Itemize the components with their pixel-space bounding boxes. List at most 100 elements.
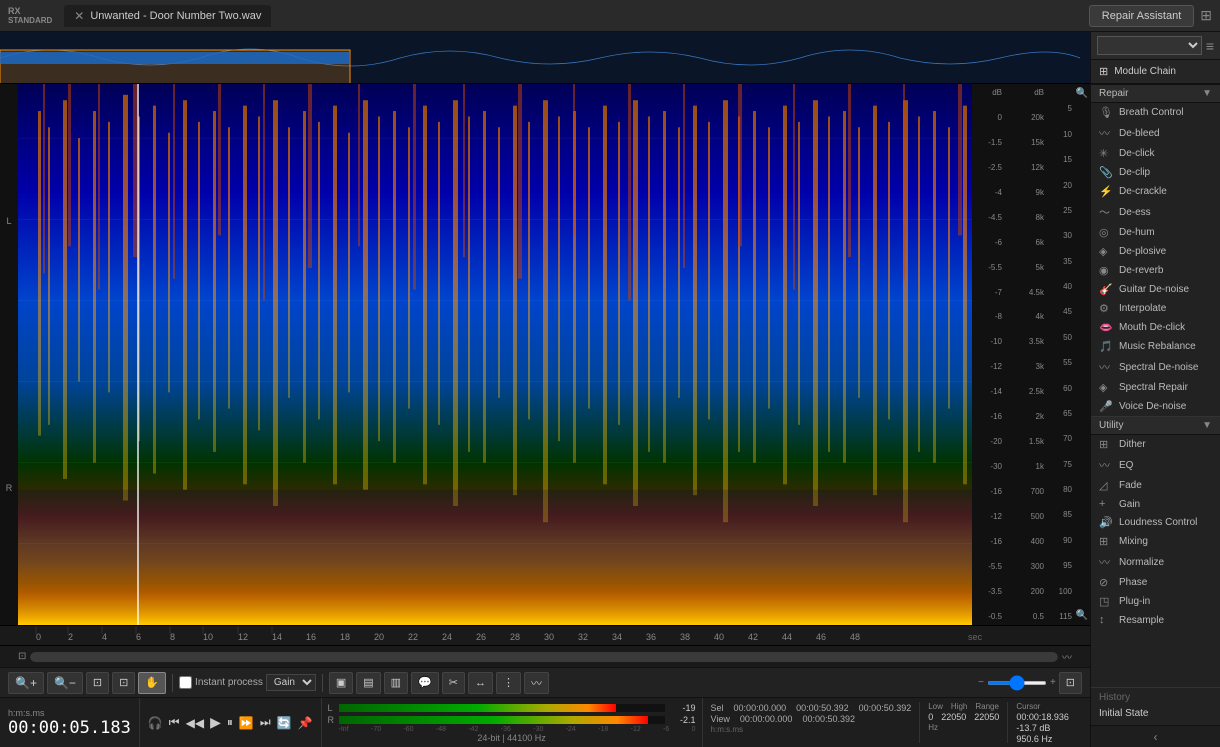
spectrogram-display[interactable] xyxy=(18,84,972,625)
hz-label: Hz xyxy=(928,723,999,732)
music-rebalance-item[interactable]: 🎵 Music Rebalance xyxy=(1091,337,1220,356)
de-bleed-item[interactable]: 〰 De-bleed xyxy=(1091,122,1220,144)
rewind-button[interactable]: ◀◀ xyxy=(184,714,206,732)
fade-item[interactable]: ◿ Fade xyxy=(1091,476,1220,495)
instant-process-checkbox[interactable] xyxy=(179,676,192,689)
expand-panel-button[interactable]: ‹ xyxy=(1091,725,1220,747)
zoom-out-icon[interactable]: 🔍 xyxy=(1076,610,1088,621)
range-val: 22050 xyxy=(974,712,999,722)
expand-icon[interactable]: ⊞ xyxy=(1200,7,1212,24)
skip-to-start-button[interactable]: ⏮ xyxy=(167,713,182,732)
repair-assistant-button[interactable]: Repair Assistant xyxy=(1089,5,1194,27)
de-reverb-label: De-reverb xyxy=(1119,265,1163,276)
db-left-scale: dB 0 -1.5 -2.5 -4 -4.5 -6 -5.5 -7 -8 -10… xyxy=(972,84,1004,625)
repair-section-header[interactable]: Repair ▼ xyxy=(1091,84,1220,103)
resample-item[interactable]: ↕ Resample xyxy=(1091,611,1220,629)
play-button[interactable]: ▶ xyxy=(208,712,223,733)
loudness-control-item[interactable]: 🔊 Loudness Control xyxy=(1091,513,1220,532)
guitar-de-noise-item[interactable]: 🎸 Guitar De-noise xyxy=(1091,280,1220,299)
scroll-thumb[interactable] xyxy=(30,652,1058,662)
view-2-button[interactable]: ▥ xyxy=(384,672,408,694)
comment-button[interactable]: 💬 xyxy=(411,672,439,694)
de-hum-item[interactable]: ◎ De-hum xyxy=(1091,223,1220,242)
scroll-area[interactable]: ⊡ 〰 xyxy=(0,645,1090,667)
level-scale-labels: -Inf-70-60-48-42-36-30-24-18-12-60 xyxy=(328,725,696,733)
zoom-right-icons: 🔍 🔍 xyxy=(1074,84,1090,625)
mouth-de-click-item[interactable]: 👄 Mouth De-click xyxy=(1091,318,1220,337)
fit-button[interactable]: ⊡ xyxy=(86,672,109,694)
de-hum-label: De-hum xyxy=(1119,227,1155,238)
module-chain-label: Module Chain xyxy=(1114,66,1176,77)
channel-labels: L R xyxy=(0,84,18,625)
svg-text:36: 36 xyxy=(646,632,656,642)
instant-process-label: Instant process xyxy=(195,677,263,688)
de-click-item[interactable]: ✳ De-click xyxy=(1091,144,1220,163)
tab-title: Unwanted - Door Number Two.wav xyxy=(90,10,261,22)
svg-text:44: 44 xyxy=(782,632,792,642)
svg-text:42: 42 xyxy=(748,632,758,642)
freq-info: Low High Range 0 22050 22050 Hz xyxy=(919,702,999,743)
zoom-in-icon[interactable]: 🔍 xyxy=(1076,88,1088,99)
mixing-item[interactable]: ⊞ Mixing xyxy=(1091,532,1220,551)
zoom-in-button[interactable]: 🔍+ xyxy=(8,672,44,694)
svg-text:46: 46 xyxy=(816,632,826,642)
color-mode-button[interactable]: ▣ xyxy=(329,672,353,694)
hand-tool-button[interactable]: ✋ xyxy=(138,672,166,694)
gain-dropdown[interactable]: Gain xyxy=(266,674,316,691)
voice-de-noise-item[interactable]: 🎤 Voice De-noise xyxy=(1091,397,1220,416)
sel-label: Sel xyxy=(711,703,724,713)
spectrogram-wrapper[interactable]: L R xyxy=(0,84,1090,625)
close-tab-button[interactable]: ✕ xyxy=(74,9,84,23)
fast-forward-button[interactable]: ⏩ xyxy=(237,714,256,732)
waveform-overview[interactable] xyxy=(0,32,1090,84)
utility-section-header[interactable]: Utility ▼ xyxy=(1091,416,1220,435)
zoom-slider[interactable] xyxy=(987,681,1047,685)
cursor-label: Cursor xyxy=(1016,702,1069,711)
phase-item[interactable]: ⊘ Phase xyxy=(1091,573,1220,592)
zoom-fit-button[interactable]: ⊡ xyxy=(1059,672,1082,694)
spectral-de-noise-item[interactable]: 〰 Spectral De-noise xyxy=(1091,356,1220,378)
gain-item[interactable]: + Gain xyxy=(1091,495,1220,513)
stretch-button[interactable]: ↔ xyxy=(468,672,493,694)
dither-icon: ⊞ xyxy=(1099,438,1113,451)
view-1-button[interactable]: ▤ xyxy=(356,672,380,694)
normalize-item[interactable]: 〰 Normalize xyxy=(1091,551,1220,573)
pause-button[interactable]: ⏸ xyxy=(225,713,235,732)
skip-to-end-button[interactable]: ⏭ xyxy=(258,713,273,732)
de-plosive-item[interactable]: ◈ De-plosive xyxy=(1091,242,1220,261)
eq-item[interactable]: 〰 EQ xyxy=(1091,454,1220,476)
history-initial-state[interactable]: Initial State xyxy=(1099,706,1212,721)
zoom-out-button[interactable]: 🔍− xyxy=(47,672,83,694)
de-clip-item[interactable]: 📎 De-clip xyxy=(1091,163,1220,182)
loop-button[interactable]: 🔄 xyxy=(275,714,294,732)
filter-dropdown[interactable]: All xyxy=(1097,36,1202,55)
left-channel-label: L xyxy=(6,216,11,226)
de-ess-item[interactable]: 〜 De-ess xyxy=(1091,201,1220,223)
history-title: History xyxy=(1099,692,1212,703)
waveform-button[interactable]: 〰 xyxy=(524,672,549,694)
de-hum-icon: ◎ xyxy=(1099,226,1113,239)
right-level-fill xyxy=(339,716,649,724)
de-plosive-icon: ◈ xyxy=(1099,245,1113,258)
file-tab[interactable]: ✕ Unwanted - Door Number Two.wav xyxy=(64,5,271,27)
breath-control-item[interactable]: 🎙 Breath Control xyxy=(1091,103,1220,122)
cursor-db: -13.7 dB xyxy=(1016,723,1069,733)
cut-button[interactable]: ✂ xyxy=(442,672,465,694)
scroll-left-icon: ⊡ xyxy=(18,651,26,662)
scroll-track[interactable] xyxy=(30,652,1058,662)
de-crackle-item[interactable]: ⚡ De-crackle xyxy=(1091,182,1220,201)
interpolate-item[interactable]: ⚙ Interpolate xyxy=(1091,299,1220,318)
plugin-item[interactable]: ◳ Plug-in xyxy=(1091,592,1220,611)
zoom-selection-button[interactable]: ⊡ xyxy=(112,672,135,694)
wave-icon: 〰 xyxy=(1062,649,1072,664)
de-reverb-item[interactable]: ◉ De-reverb xyxy=(1091,261,1220,280)
spectral-repair-item[interactable]: ◈ Spectral Repair xyxy=(1091,378,1220,397)
dither-item[interactable]: ⊞ Dither xyxy=(1091,435,1220,454)
record-button[interactable]: 📌 xyxy=(296,714,315,732)
module-chain-item[interactable]: ⊞ Module Chain xyxy=(1091,60,1220,84)
left-level-bar xyxy=(339,704,665,712)
panel-menu-icon[interactable]: ≡ xyxy=(1206,38,1214,54)
headphones-button[interactable]: 🎧 xyxy=(146,714,165,732)
more-button[interactable]: ⋮ xyxy=(496,672,521,694)
svg-text:22: 22 xyxy=(408,632,418,642)
